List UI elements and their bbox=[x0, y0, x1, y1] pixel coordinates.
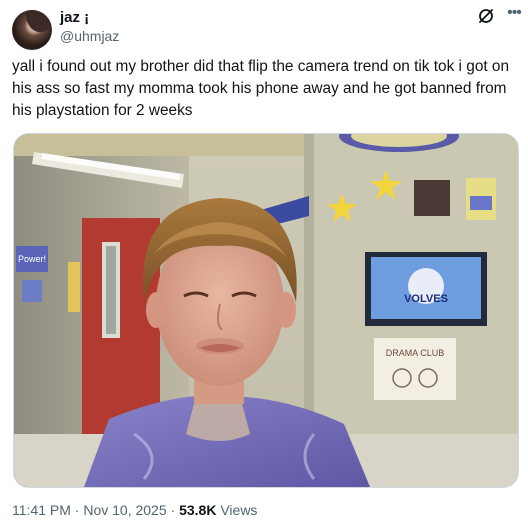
door-poster-text: Power! bbox=[18, 254, 46, 264]
tweet-media-image[interactable]: VOLVES DRAMA CLUB Power! bbox=[13, 133, 519, 488]
tweet-text: yall i found out my brother did that fli… bbox=[12, 58, 510, 119]
tv-logo-text: VOLVES bbox=[404, 293, 448, 305]
display-name[interactable]: jaz ¡ bbox=[60, 9, 89, 26]
meta-separator: · bbox=[70, 502, 84, 518]
timestamp-date[interactable]: Nov 10, 2025 bbox=[83, 502, 166, 518]
grok-icon[interactable] bbox=[476, 6, 496, 26]
views-count[interactable]: 53.8K bbox=[179, 502, 216, 518]
more-icon[interactable]: ••• bbox=[504, 4, 524, 24]
avatar[interactable] bbox=[12, 10, 52, 50]
handle[interactable]: @uhmjaz bbox=[60, 28, 119, 44]
timestamp-time[interactable]: 11:41 PM bbox=[12, 502, 71, 518]
tweet[interactable]: jaz ¡ @uhmjaz ••• yall i found out my br… bbox=[0, 0, 528, 524]
meta-separator: · bbox=[166, 502, 180, 518]
tweet-meta: 11:41 PM · Nov 10, 2025 · 53.8K Views bbox=[12, 502, 257, 518]
views-label: Views bbox=[216, 502, 258, 518]
drama-club-sign-text: DRAMA CLUB bbox=[386, 348, 445, 358]
